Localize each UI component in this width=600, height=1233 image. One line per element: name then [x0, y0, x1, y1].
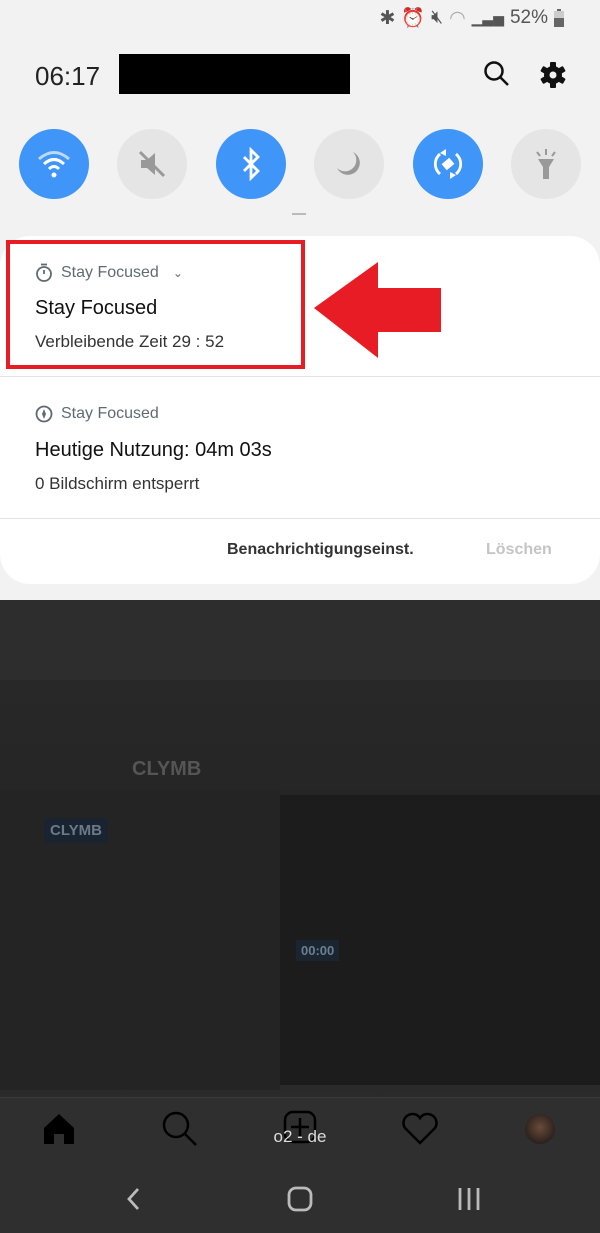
quick-settings [19, 129, 581, 199]
alarm-icon: ⏰ [401, 8, 426, 29]
signal-icon: ▁▃▅ [471, 9, 504, 26]
wifi-icon: ◠ [449, 7, 466, 29]
sound-toggle[interactable] [117, 129, 188, 199]
wifi-toggle[interactable] [19, 129, 89, 199]
mute-icon: 🔇︎ [431, 7, 444, 28]
background-timer: 00:00 [296, 940, 340, 961]
system-nav-bar [0, 1162, 600, 1233]
auto-rotate-toggle[interactable] [412, 129, 483, 199]
clear-button[interactable]: Löschen [486, 541, 552, 559]
notification-title: Heutige Nutzung: 04m 03s [35, 439, 272, 461]
notification-stay-focused-usage[interactable]: Stay Focused Heutige Nutzung: 04m 03s 0 … [35, 405, 272, 494]
home-button-icon[interactable] [287, 1186, 313, 1212]
night-mode-icon [337, 152, 361, 175]
mute-icon [139, 150, 166, 178]
auto-rotate-icon [433, 149, 462, 179]
redacted-area [119, 54, 350, 94]
settings-icon[interactable] [539, 61, 567, 94]
bluetooth-icon [242, 147, 260, 181]
flashlight-icon [536, 149, 556, 179]
compass-icon [35, 405, 53, 423]
highlight-box [6, 240, 305, 369]
battery-level: 52% [509, 7, 548, 28]
recent-apps-icon[interactable] [456, 1186, 482, 1212]
notification-text: 0 Bildschirm entsperrt [35, 474, 200, 493]
back-icon[interactable] [124, 1186, 142, 1212]
clock: 06:17 [35, 61, 101, 91]
flashlight-toggle[interactable] [510, 129, 581, 199]
divider [0, 376, 600, 377]
search-icon[interactable] [483, 60, 511, 93]
divider [0, 518, 600, 519]
bluetooth-icon: ✱ [379, 7, 396, 29]
night-mode-toggle[interactable] [314, 129, 385, 199]
battery-icon [554, 9, 564, 27]
status-bar: ✱ ⏰ 🔇︎ ◠ ▁▃▅ 52% [379, 6, 564, 30]
carrier-name: o2 - de [273, 1127, 327, 1146]
background-app-screenshot: CLYMB CLYMB 00:00 [0, 560, 600, 1100]
background-logo: CLYMB [132, 758, 202, 780]
bluetooth-toggle[interactable] [215, 129, 286, 199]
background-sign: CLYMB [44, 818, 108, 843]
red-arrow-annotation [314, 262, 441, 358]
notification-app-name: Stay Focused [61, 405, 159, 422]
drag-handle[interactable] [292, 213, 306, 215]
wifi-icon [38, 151, 70, 178]
notification-settings-button[interactable]: Benachrichtigungseinst. [227, 541, 414, 559]
